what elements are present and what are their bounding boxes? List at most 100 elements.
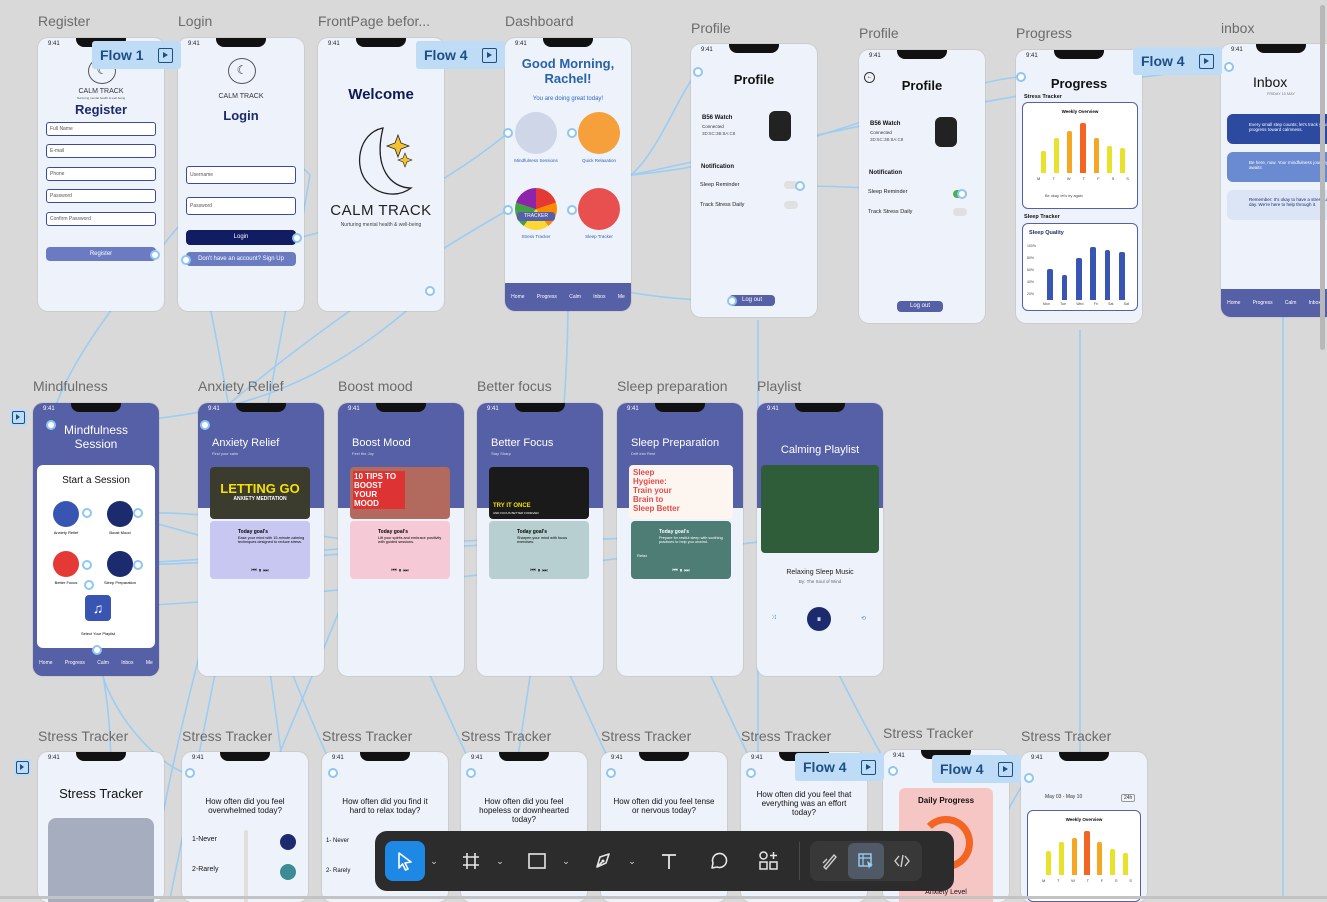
connection-handle[interactable] [888,766,898,776]
option-never[interactable]: 1- Never [326,838,349,844]
play-prototype-icon[interactable] [481,47,497,63]
music-note-icon[interactable]: ♫ [85,595,111,621]
draw-mode-button[interactable] [812,843,848,879]
nav-inbox[interactable]: Inbox [121,660,133,666]
frame-label-register[interactable]: Register [38,13,90,29]
connection-handle[interactable] [567,128,577,138]
flow-4-badge-a[interactable]: Flow 4 [416,41,505,69]
stress-tracker-frame-1[interactable]: 9:41 Stress Tracker [38,752,164,902]
connection-handle[interactable] [185,768,195,778]
dev-mode-button[interactable] [884,843,920,879]
better-focus-frame[interactable]: 9:41 Better Focus Stay Sharp TRY IT ONCE… [477,403,603,676]
session-banner[interactable]: LETTING GO ANXIETY MEDITATION [210,467,310,519]
email-field[interactable]: E-mail [46,144,156,158]
actions-tool-button[interactable] [749,841,789,881]
password-field[interactable]: Password [46,189,156,203]
player-controls[interactable]: ⏮ ⏸ ⏭ [350,568,450,575]
boost-mood-icon[interactable] [107,501,133,527]
session-banner[interactable]: Sleep Hygiene: Train your Brain to Sleep… [629,465,733,519]
session-banner[interactable]: TRY IT ONCE AND FOCUS BETTER FOREVER [489,467,589,519]
connection-handle[interactable] [746,768,756,778]
chevron-down-icon[interactable]: ⌄ [557,856,575,867]
full-name-field[interactable]: Full Name [46,122,156,136]
frame-label-sleep[interactable]: Sleep preparation [617,378,728,394]
repeat-icon[interactable]: ⟲ [861,615,866,622]
connection-handle[interactable] [503,128,513,138]
frame-label-focus[interactable]: Better focus [477,378,552,394]
register-button[interactable]: Register [46,247,156,261]
username-field[interactable]: Username [186,166,296,184]
phone-field[interactable]: Phone [46,167,156,181]
frame-label-mindfulness[interactable]: Mindfulness [33,378,108,394]
inbox-message-2[interactable]: Be here, now. Your mindfulness journey a… [1227,152,1327,182]
session-banner[interactable]: 10 TIPS TO BOOST YOUR MOOD [350,467,450,519]
nav-progress[interactable]: Progress [537,294,557,300]
frame-label-anxiety[interactable]: Anxiety Relief [198,378,284,394]
comment-tool-button[interactable] [699,841,739,881]
design-canvas[interactable]: Register Login FrontPage befor... Dashbo… [0,0,1327,902]
connection-handle[interactable] [693,67,703,77]
design-mode-button[interactable] [848,843,884,879]
range-select[interactable]: 24h [1121,794,1136,802]
play-prototype-icon[interactable] [860,759,876,775]
play-prototype-icon[interactable] [1198,53,1214,69]
flow-4-badge-d[interactable]: Flow 4 [932,755,1021,783]
move-tool-button[interactable] [385,841,425,881]
connection-handle[interactable] [133,560,143,570]
connection-handle[interactable] [82,560,92,570]
boost-mood-frame[interactable]: 9:41 Boost Mood Feel the Joy 10 TIPS TO … [338,403,464,676]
frame-label-dashboard[interactable]: Dashboard [505,13,574,29]
frame-label-frontpage[interactable]: FrontPage befor... [318,13,430,29]
frame-label-login[interactable]: Login [178,13,212,29]
option-never[interactable]: 1-Never [192,836,217,843]
dashboard-frame[interactable]: 9:41 Good Morning, Rachel! You are doing… [505,38,631,311]
login-frame[interactable]: 9:41 ☾ CALM TRACK Login Username Passwor… [178,38,304,311]
better-focus-icon[interactable] [53,551,79,577]
nav-home[interactable]: Home [511,294,524,300]
frame-label-stress-3[interactable]: Stress Tracker [322,728,412,744]
connection-handle[interactable] [567,205,577,215]
connection-handle[interactable] [957,189,967,199]
connection-handle[interactable] [181,255,191,265]
connection-handle[interactable] [328,768,338,778]
text-tool-button[interactable] [649,841,689,881]
connection-handle[interactable] [82,508,92,518]
nav-inbox[interactable]: Inbox [593,294,605,300]
play-prototype-icon[interactable] [157,47,173,63]
sleep-preparation-frame[interactable]: 9:41 Sleep Preparation Drift into Rest S… [617,403,743,676]
mindfulness-frame[interactable]: 9:41 Mindfulness Session Start a Session… [33,403,159,676]
progress-frame[interactable]: 9:41 Progress Stress Tracker Weekly Over… [1016,50,1142,323]
frame-tool-button[interactable] [451,841,491,881]
quick-relaxation-tile[interactable] [578,112,620,154]
shape-tool-button[interactable] [517,841,557,881]
frame-label-profile-2[interactable]: Profile [859,25,899,41]
chevron-down-icon[interactable]: ⌄ [623,856,641,867]
inbox-message-3[interactable]: Remember: It's okay to have a stressful … [1227,190,1327,220]
frame-label-stress-5[interactable]: Stress Tracker [601,728,691,744]
inbox-frame[interactable]: 9:41 Inbox FRIDAY 10 MAY Every small ste… [1221,44,1327,317]
password-field[interactable]: Password [186,197,296,215]
inbox-message-1[interactable]: Every small step counts; let's track you… [1227,114,1327,144]
nav-progress[interactable]: Progress [65,660,85,666]
connection-handle[interactable] [84,580,94,590]
frame-label-stress-8[interactable]: Stress Tracker [1021,728,1111,744]
player-controls[interactable]: ⏮ ⏸ ⏭ [489,568,589,575]
connection-handle[interactable] [466,768,476,778]
option-never-dot[interactable] [280,834,296,850]
track-stress-toggle[interactable] [784,201,798,209]
register-frame[interactable]: 9:41 ☾ CALM TRACK Nurturing mental healt… [38,38,164,311]
frame-label-stress-2[interactable]: Stress Tracker [182,728,272,744]
connection-handle[interactable] [92,645,102,655]
sleep-tracker-tile[interactable] [578,188,620,230]
flow-4-badge-b[interactable]: Flow 4 [1133,47,1222,75]
connection-handle[interactable] [46,420,56,430]
nav-home[interactable]: Home [1227,300,1240,306]
vertical-scrollbar[interactable] [1320,5,1325,350]
playlist-frame[interactable]: 9:41 Calming Playlist Relaxing Sleep Mus… [757,403,883,676]
connection-handle[interactable] [503,205,513,215]
chevron-down-icon[interactable]: ⌄ [491,856,509,867]
flow-1-badge[interactable]: Flow 1 [92,41,181,69]
logout-button[interactable]: Log out [897,301,943,312]
nav-calm[interactable]: Calm [569,294,581,300]
connection-handle[interactable] [1024,773,1034,783]
